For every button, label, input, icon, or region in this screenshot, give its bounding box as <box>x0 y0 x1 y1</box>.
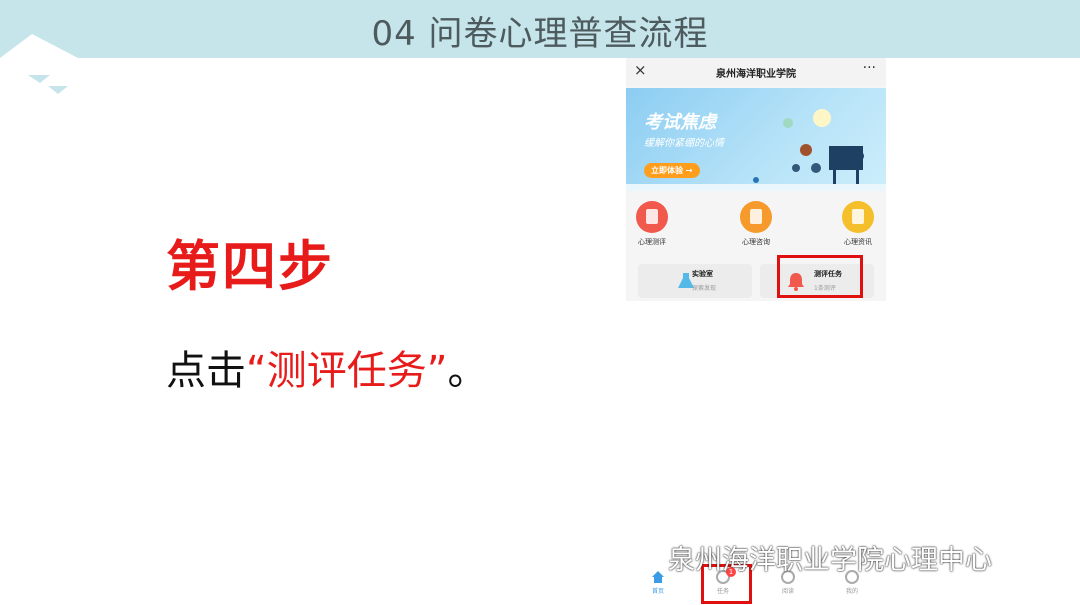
consult-icon <box>740 201 772 233</box>
phone-app-title: 泉州海洋职业学院 <box>716 69 796 80</box>
card-title: 实验室 <box>692 270 713 278</box>
corner-decoration <box>0 34 78 94</box>
instruction-suffix: 。 <box>447 348 488 394</box>
phone-top-bar: × 泉州海洋职业学院 ··· <box>626 58 886 86</box>
instruction-text: 点击“测评任务”。 <box>166 338 487 396</box>
more-icon[interactable]: ··· <box>863 60 876 76</box>
instruction-highlight: “测评任务” <box>246 348 448 394</box>
watermark: 泉州海洋职业学院心理中心 <box>668 545 992 576</box>
quick-action-label: 心理咨询 <box>742 238 770 246</box>
quick-action-consult[interactable]: 心理咨询 <box>726 201 786 247</box>
banner[interactable]: 考试焦虑 缓解你紧绷的心情 立即体验 → <box>626 88 886 191</box>
card-subtitle: 探索发现 <box>692 285 717 292</box>
step-title: 第四步 <box>166 234 334 298</box>
tab-label: 首页 <box>651 588 664 595</box>
quick-action-label: 心理测评 <box>638 238 666 246</box>
instruction-prefix: 点击 <box>166 348 246 394</box>
news-icon <box>842 201 874 233</box>
home-icon <box>652 571 664 583</box>
assessment-icon <box>636 201 668 233</box>
banner-subtitle: 缓解你紧绷的心情 <box>644 138 724 149</box>
highlight-assessment-task <box>777 255 863 298</box>
card-lab[interactable]: 实验室 探索发现 <box>638 264 752 298</box>
quick-action-assessment[interactable]: 心理测评 <box>626 201 682 247</box>
banner-button[interactable]: 立即体验 → <box>644 163 700 178</box>
slide-title: 04 问卷心理普查流程 <box>371 14 709 54</box>
tab-label: 阅读 <box>781 588 794 595</box>
banner-title: 考试焦虑 <box>644 112 716 133</box>
quick-action-news[interactable]: 心理资讯 <box>828 201 886 247</box>
tab-label: 我的 <box>845 588 858 595</box>
quick-action-label: 心理资讯 <box>844 238 872 246</box>
